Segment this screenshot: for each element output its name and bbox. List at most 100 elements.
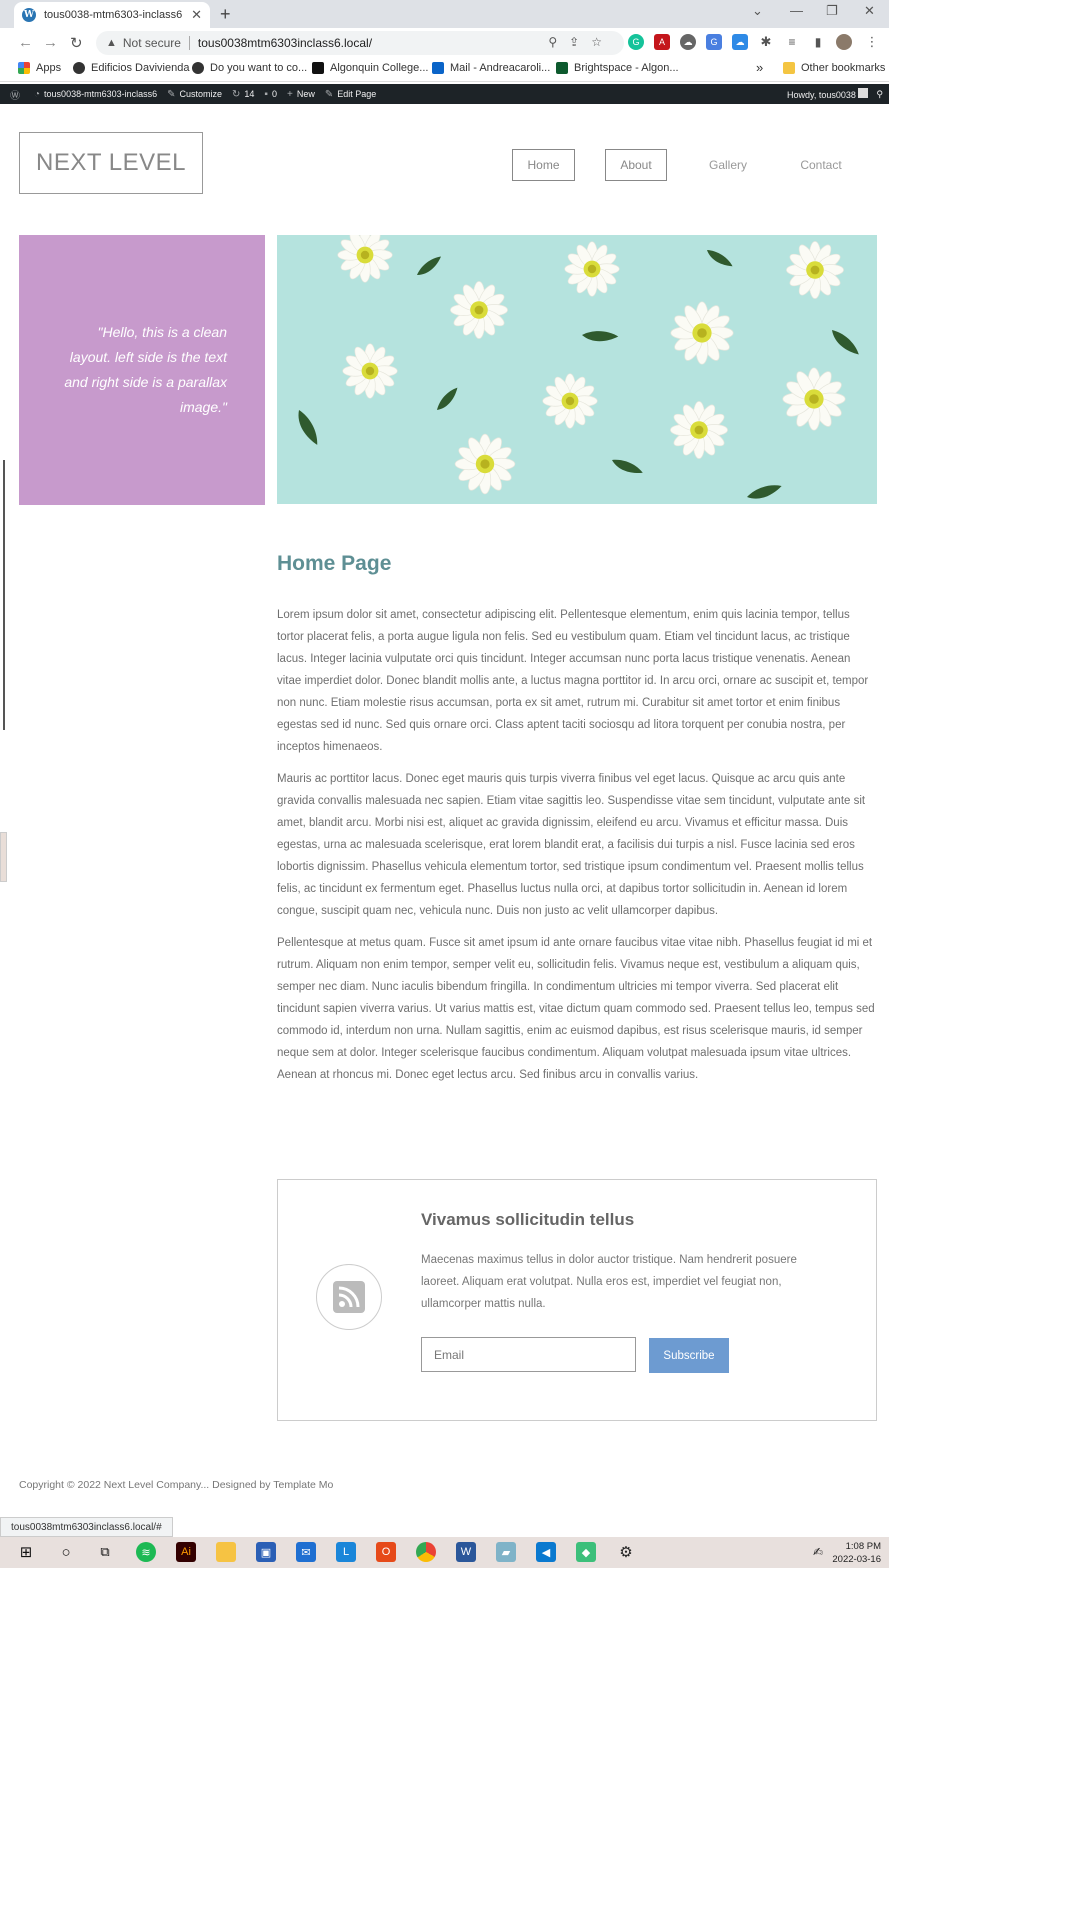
spotify-icon[interactable]: ≋ [136, 1542, 156, 1562]
cloud-extension-icon[interactable]: ☁ [680, 34, 696, 50]
admin-comments[interactable]: ▪ 0 [264, 89, 277, 100]
subscribe-button[interactable]: Subscribe [649, 1338, 729, 1373]
bookmark-label: Apps [36, 62, 62, 74]
back-icon[interactable]: ← [18, 34, 33, 51]
subscribe-title: Vivamus sollicitudin tellus [421, 1210, 635, 1229]
address-bar[interactable]: ▲ Not secure tous0038mtm6303inclass6.loc… [96, 31, 624, 55]
taskbar-clock[interactable]: 1:08 PM 2022-03-16 [832, 1540, 881, 1566]
admin-new[interactable]: + New [287, 89, 315, 100]
comments-count: 0 [271, 89, 277, 99]
tab-search-icon[interactable]: ⌄ [752, 3, 763, 19]
admin-edit-page[interactable]: ✎ Edit Page [325, 89, 376, 100]
profile-avatar-icon[interactable] [836, 34, 852, 50]
admin-search-icon[interactable]: ⚲ [876, 89, 883, 100]
reading-list-icon[interactable]: ≡ [784, 34, 800, 50]
bookmark-label: Do you want to co... [210, 62, 308, 74]
pencil-icon: ✎ [324, 88, 334, 100]
word-icon[interactable]: W [456, 1542, 476, 1562]
not-secure-label[interactable]: Not secure [123, 36, 181, 50]
content-paragraph-2: Mauris ac porttitor lacus. Donec eget ma… [277, 773, 866, 917]
bookmark-star-icon[interactable]: ☆ [591, 35, 614, 49]
minimize-icon[interactable]: — [790, 3, 803, 18]
windows-start-icon[interactable]: ⊞ [16, 1542, 36, 1562]
url-text[interactable]: tous0038mtm6303inclass6.local/ [198, 36, 372, 50]
pen-tray-icon[interactable]: ✍ [808, 1542, 828, 1562]
chrome-icon[interactable] [416, 1542, 436, 1562]
nav-about[interactable]: About [605, 149, 667, 181]
bookmark-edificios[interactable]: Edificios Davivienda [73, 62, 189, 74]
onedrive-extension-icon[interactable]: ☁ [732, 34, 748, 50]
zoom-icon[interactable]: ⚲ [548, 35, 569, 49]
brightspace-icon [556, 62, 568, 74]
email-field[interactable]: Email [421, 1337, 636, 1372]
scroll-indicator [3, 460, 5, 730]
brush-icon: ✎ [167, 88, 176, 100]
rss-icon-circle [316, 1264, 382, 1330]
restore-icon[interactable]: ❐ [826, 3, 838, 19]
extensions-puzzle-icon[interactable]: ✱ [758, 34, 774, 50]
nav-contact[interactable]: Contact [790, 149, 852, 181]
admin-site-name-label: tous0038-mtm6303-inclass6 [44, 89, 158, 99]
bookmarks-bar: Apps Edificios Davivienda Do you want to… [0, 58, 889, 82]
wp-admin-bar: Ⓦ ◔ tous0038-mtm6303-inclass6 ✎ Customiz… [0, 84, 889, 104]
bookmarks-overflow-button[interactable]: » [756, 60, 763, 75]
address-separator [188, 36, 190, 50]
vscode-icon[interactable]: ◀ [536, 1542, 556, 1562]
close-window-icon[interactable]: ✕ [864, 3, 875, 19]
bookmark-algonquin[interactable]: Algonquin College... [312, 62, 428, 74]
rss-icon [333, 1281, 365, 1313]
nav-gallery[interactable]: Gallery [697, 149, 759, 181]
scroll-handle[interactable] [0, 832, 7, 882]
side-panel-icon[interactable]: ▮ [810, 34, 826, 50]
mail-icon[interactable]: ✉ [296, 1542, 316, 1562]
admin-customize[interactable]: ✎ Customize [167, 89, 222, 100]
forward-icon[interactable]: → [43, 34, 58, 51]
illustrator-icon[interactable]: Ai [176, 1542, 196, 1562]
browser-tab[interactable]: W tous0038-mtm6303-inclass6 | Ju ✕ [14, 2, 210, 28]
tab-close-icon[interactable]: ✕ [191, 7, 202, 23]
windows-taskbar: ⊞ ○ ⧉ ≋ Ai ▣ ✉ L O W ▰ ◀ ◆ ⚙ ✍ 1:08 PM 2… [0, 1537, 889, 1568]
bookmark-brightspace[interactable]: Brightspace - Algon... [556, 62, 679, 74]
share-icon[interactable]: ⇪ [569, 35, 591, 49]
nav-home[interactable]: Home [512, 149, 575, 181]
wp-logo-icon[interactable]: Ⓦ [10, 87, 24, 102]
grammarly-extension-icon[interactable]: G [628, 34, 644, 50]
bookmark-do-you-want[interactable]: Do you want to co... [192, 62, 307, 74]
admin-updates[interactable]: ↻ 14 [232, 89, 254, 100]
howdy-label: Howdy, tous0038 [787, 90, 856, 100]
reload-icon[interactable]: ↻ [70, 34, 83, 52]
search-circle-icon[interactable]: ○ [56, 1542, 76, 1562]
other-bookmarks[interactable]: Other bookmarks [783, 62, 885, 74]
admin-site-name[interactable]: ◔ tous0038-mtm6303-inclass6 [34, 89, 157, 100]
more-menu-icon[interactable]: ⋮ [864, 34, 880, 50]
admin-howdy[interactable]: Howdy, tous0038 [787, 88, 869, 100]
bookmark-label: Edificios Davivienda [91, 62, 190, 74]
store-icon[interactable]: ▣ [256, 1542, 276, 1562]
lightshot-icon[interactable]: L [336, 1542, 356, 1562]
app-icon[interactable]: ▰ [496, 1542, 516, 1562]
local-app-icon[interactable]: ◆ [576, 1542, 596, 1562]
settings-gear-icon[interactable]: ⚙ [616, 1542, 636, 1562]
admin-edit-page-label: Edit Page [337, 89, 377, 99]
task-view-icon[interactable]: ⧉ [95, 1542, 115, 1562]
hero-flowers-image [277, 235, 877, 504]
subscribe-section: Vivamus sollicitudin tellus Maecenas max… [277, 1179, 877, 1421]
omnibox-actions: ⚲⇪☆ [548, 35, 614, 49]
warning-icon: ▲ [106, 37, 117, 49]
acrobat-extension-icon[interactable]: A [654, 34, 670, 50]
globe-icon [192, 62, 204, 74]
wordpress-favicon-icon: W [22, 8, 36, 22]
flowers-illustration [295, 235, 861, 501]
comment-icon: ▪ [264, 88, 268, 100]
translate-extension-icon[interactable]: G [706, 34, 722, 50]
bookmark-mail[interactable]: Mail - Andreacaroli... [432, 62, 550, 74]
bookmark-apps[interactable]: Apps [18, 62, 61, 74]
admin-new-label: New [296, 89, 315, 99]
new-tab-button[interactable]: + [220, 4, 231, 25]
office-icon[interactable]: O [376, 1542, 396, 1562]
updates-count: 14 [244, 89, 255, 99]
site-logo[interactable]: NEXT LEVEL [19, 132, 203, 194]
file-explorer-icon[interactable] [216, 1542, 236, 1562]
clock-time: 1:08 PM [845, 1541, 881, 1552]
browser-tab-bar: W tous0038-mtm6303-inclass6 | Ju ✕ + ⌄ —… [0, 0, 889, 28]
